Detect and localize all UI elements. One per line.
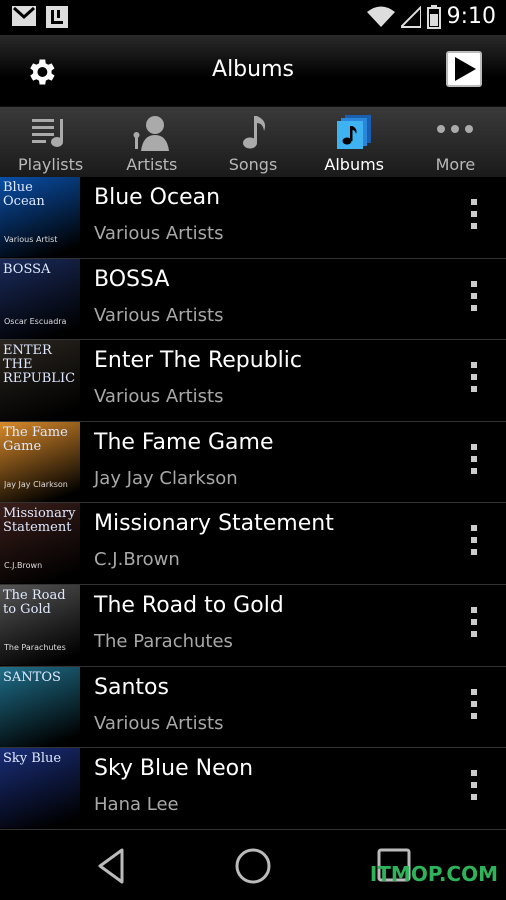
album-row[interactable]: The Fame Game Jay Jay Clarkson The Fame … xyxy=(0,421,506,504)
album-art-text: BOSSA xyxy=(3,261,51,277)
album-artist: Various Artists xyxy=(94,304,224,326)
action-bar: Albums xyxy=(0,35,506,107)
album-art-subtext: Jay Jay Clarkson xyxy=(4,479,68,489)
tab-more-label: More xyxy=(435,155,476,174)
album-art-text: Missionary Statement xyxy=(3,506,76,536)
album-art: SANTOS xyxy=(0,666,80,747)
playlist-icon xyxy=(31,119,63,147)
album-row[interactable]: The Road to Gold The Parachutes The Road… xyxy=(0,584,506,667)
tab-albums-label: Albums xyxy=(324,155,385,174)
home-icon[interactable] xyxy=(233,846,273,886)
watermark: ITMOP.COM xyxy=(369,862,498,886)
album-row[interactable]: Missionary Statement C.J.Brown Missionar… xyxy=(0,503,506,585)
page-title: Albums xyxy=(212,57,294,82)
album-art: Sky Blue xyxy=(0,748,80,829)
album-art: The Fame Game Jay Jay Clarkson xyxy=(0,421,80,502)
status-time: 9:10 xyxy=(446,4,496,29)
overflow-menu-icon[interactable] xyxy=(470,199,478,235)
album-row[interactable]: ENTER THE REPUBLIC Enter The Republic Va… xyxy=(0,340,506,422)
album-art-text: Blue Ocean xyxy=(3,180,45,209)
album-title: Santos xyxy=(94,674,169,700)
tab-more[interactable]: More xyxy=(405,107,506,177)
album-art: ENTER THE REPUBLIC xyxy=(0,340,80,421)
album-artist: Hana Lee xyxy=(94,794,179,816)
tab-songs-label: Songs xyxy=(228,155,278,174)
app-icon xyxy=(46,6,68,28)
tab-artists-label: Artists xyxy=(126,155,178,174)
overflow-menu-icon[interactable] xyxy=(470,770,478,806)
overflow-menu-icon[interactable] xyxy=(470,362,478,398)
album-row[interactable]: Sky Blue Sky Blue Neon Hana Lee xyxy=(0,748,506,830)
album-art: Blue Ocean Various Artist xyxy=(0,177,80,257)
overflow-menu-icon[interactable] xyxy=(470,443,478,480)
overflow-menu-icon[interactable] xyxy=(470,525,478,561)
album-artist: Various Artists xyxy=(94,712,224,734)
album-artist: Jay Jay Clarkson xyxy=(94,467,238,489)
album-art-text: Sky Blue xyxy=(3,751,62,767)
album-row[interactable]: Blue Ocean Various Artist Blue Ocean Var… xyxy=(0,177,506,259)
album-artist: The Parachutes xyxy=(94,630,233,652)
tab-albums[interactable]: Albums xyxy=(304,107,405,177)
overflow-menu-icon[interactable] xyxy=(470,606,478,643)
now-playing-button[interactable] xyxy=(446,51,482,87)
album-row[interactable]: BOSSA Oscar Escuadra BOSSA Various Artis… xyxy=(0,258,506,341)
album-art: BOSSA Oscar Escuadra xyxy=(0,258,80,339)
album-art-subtext: C.J.Brown xyxy=(4,561,43,571)
signal-icon xyxy=(400,5,421,28)
album-art: The Road to Gold The Parachutes xyxy=(0,584,80,665)
wifi-icon xyxy=(366,6,395,27)
album-icon xyxy=(337,115,372,149)
tab-playlists-label: Playlists xyxy=(18,155,84,174)
tab-songs[interactable]: Songs xyxy=(202,107,303,177)
album-art-text: The Road to Gold xyxy=(3,587,66,617)
status-left xyxy=(12,6,68,28)
album-art-text: The Fame Game xyxy=(3,424,68,454)
more-dots-icon xyxy=(437,125,474,133)
album-row[interactable]: SANTOS Santos Various Artists xyxy=(0,666,506,749)
album-title: Enter The Republic xyxy=(94,348,302,374)
now-playing-icon xyxy=(455,57,476,81)
status-right: 9:10 xyxy=(366,4,496,29)
album-art-subtext: The Parachutes xyxy=(4,642,66,652)
overflow-menu-icon[interactable] xyxy=(470,280,478,317)
battery-icon xyxy=(426,4,441,29)
album-artist: C.J.Brown xyxy=(94,549,180,571)
album-art-text: ENTER THE REPUBLIC xyxy=(3,343,76,387)
album-title: The Fame Game xyxy=(94,429,274,455)
album-title: BOSSA xyxy=(94,266,170,292)
album-title: Sky Blue Neon xyxy=(94,756,254,782)
album-art-text: SANTOS xyxy=(3,669,61,685)
album-art-subtext: Oscar Escuadra xyxy=(4,316,67,326)
album-artist: Various Artists xyxy=(94,386,224,408)
artist-icon xyxy=(133,116,169,151)
album-title: The Road to Gold xyxy=(94,592,284,618)
tab-artists[interactable]: Artists xyxy=(101,107,202,177)
gmail-icon xyxy=(12,6,36,26)
album-art-subtext: Various Artist xyxy=(4,235,58,244)
song-icon xyxy=(243,116,266,149)
tab-playlists[interactable]: Playlists xyxy=(0,107,101,177)
navigation-bar: ITMOP.COM xyxy=(0,830,506,900)
album-title: Blue Ocean xyxy=(94,185,221,210)
album-art: Missionary Statement C.J.Brown xyxy=(0,503,80,584)
album-artist: Various Artists xyxy=(94,223,224,244)
album-title: Missionary Statement xyxy=(94,511,334,537)
back-icon[interactable] xyxy=(92,846,132,886)
album-list: Blue Ocean Various Artist Blue Ocean Var… xyxy=(0,177,506,830)
status-bar: 9:10 xyxy=(0,0,506,35)
tab-bar: Playlists Artists Songs Albums More xyxy=(0,107,506,177)
overflow-menu-icon[interactable] xyxy=(470,688,478,725)
